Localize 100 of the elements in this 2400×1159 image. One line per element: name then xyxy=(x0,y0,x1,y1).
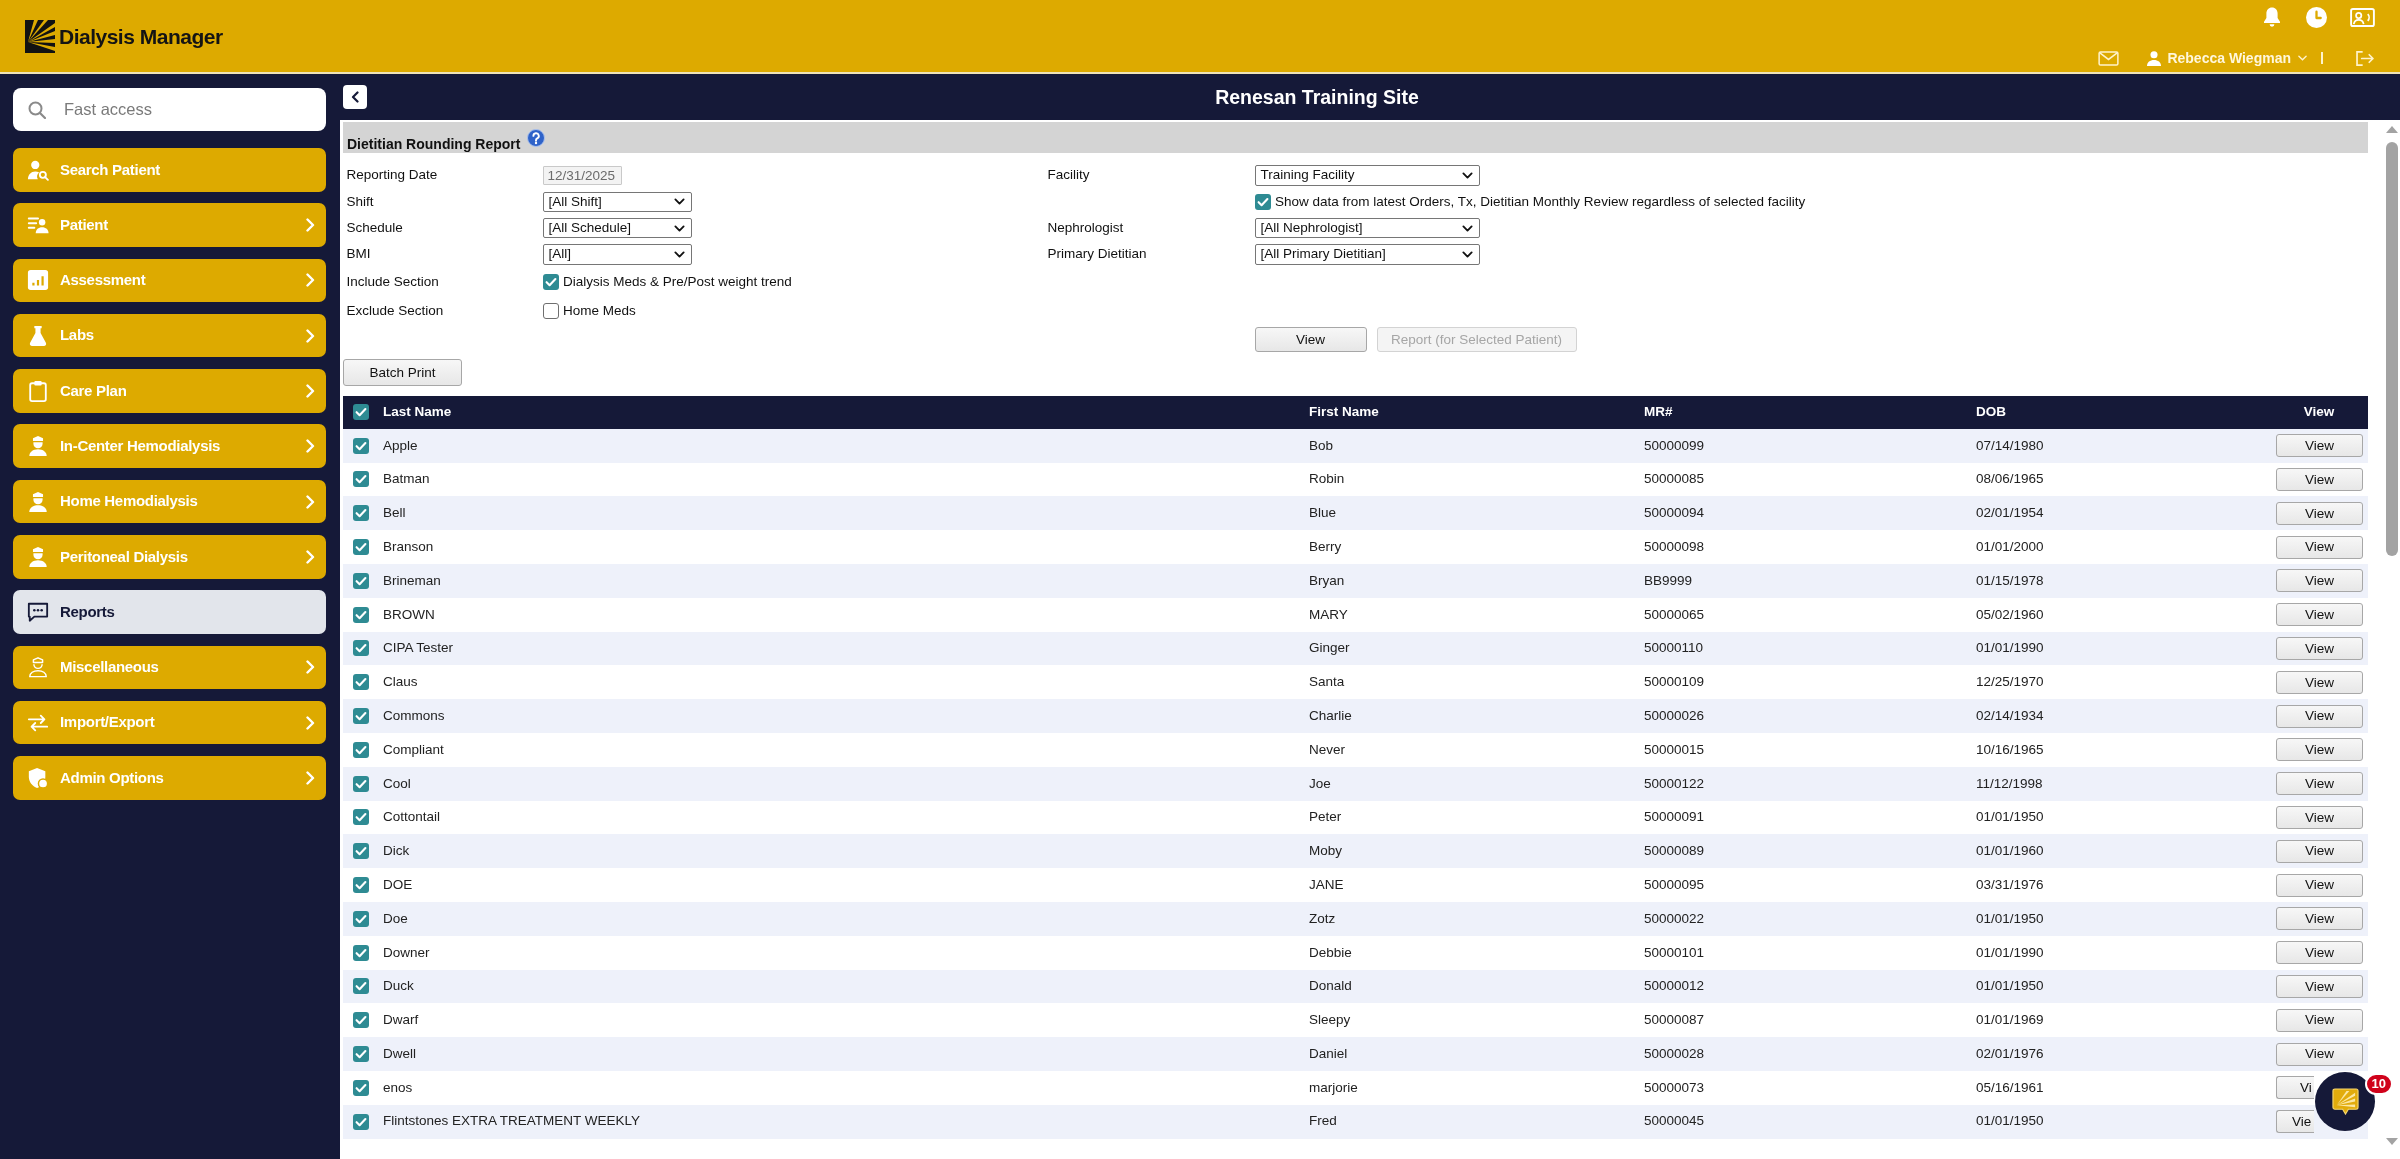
table-cell: 50000122 xyxy=(1644,775,1705,791)
checkbox[interactable] xyxy=(353,505,369,522)
clock-icon[interactable] xyxy=(2306,6,2327,28)
user-search-icon xyxy=(27,158,49,181)
column-header[interactable]: First Name xyxy=(1309,404,1379,421)
table-cell: 12/25/1970 xyxy=(1976,674,2044,690)
view-button[interactable]: View xyxy=(2276,941,2363,965)
nurse-icon xyxy=(27,435,49,458)
checkbox[interactable] xyxy=(353,1079,369,1096)
table-cell: 11/12/1998 xyxy=(1976,775,2043,791)
clipboard-icon xyxy=(27,379,49,402)
bell-icon[interactable] xyxy=(2263,7,2281,27)
checkbox[interactable] xyxy=(353,741,369,758)
table-cell: 50000028 xyxy=(1644,1045,1705,1061)
table-cell: Commons xyxy=(383,707,445,723)
view-button[interactable]: Vie xyxy=(2276,1110,2314,1134)
help-icon[interactable] xyxy=(527,129,546,147)
nav-item[interactable]: Reports xyxy=(13,590,326,634)
batch-print-button[interactable]: Batch Print xyxy=(343,358,462,386)
checkbox[interactable] xyxy=(353,674,369,691)
table-cell: 05/16/1961 xyxy=(1976,1079,2044,1095)
contact-card-icon[interactable] xyxy=(2350,7,2375,27)
view-button[interactable]: View xyxy=(1254,326,1367,352)
view-button[interactable]: View xyxy=(2276,636,2363,660)
view-button[interactable]: View xyxy=(2276,501,2363,525)
checkbox[interactable] xyxy=(353,572,369,589)
scroll-down-arrow-icon[interactable] xyxy=(2385,1138,2398,1145)
view-button[interactable]: View xyxy=(2276,704,2363,728)
table-cell: 50000099 xyxy=(1644,437,1705,453)
table-cell: 50000109 xyxy=(1644,674,1705,690)
view-button[interactable]: View xyxy=(2276,907,2363,931)
speech-bubble-icon xyxy=(2331,1088,2359,1115)
view-button[interactable]: View xyxy=(2276,569,2363,593)
nurse-icon xyxy=(27,545,49,568)
table-cell: 50000073 xyxy=(1644,1079,1705,1095)
table-cell: DOE xyxy=(383,876,413,892)
table-cell: 02/01/1976 xyxy=(1976,1045,2044,1061)
select-dropdown[interactable]: [All] xyxy=(542,244,692,265)
scrollbar-thumb[interactable] xyxy=(2385,142,2398,556)
chat-dots-icon xyxy=(27,601,49,624)
checkbox-label: Home Meds xyxy=(563,303,636,319)
view-button[interactable]: View xyxy=(2276,738,2363,762)
checkbox[interactable] xyxy=(353,1012,369,1029)
checkbox[interactable] xyxy=(353,404,369,421)
view-button[interactable]: View xyxy=(2276,839,2363,863)
table-cell: Charlie xyxy=(1309,707,1352,723)
checkbox[interactable] xyxy=(353,640,369,657)
table-cell: Downer xyxy=(383,944,430,960)
column-header[interactable]: MR# xyxy=(1644,404,1673,421)
view-button[interactable]: Vi xyxy=(2276,1076,2314,1100)
checkbox-label: Dialysis Meds & Pre/Post weight trend xyxy=(563,274,792,290)
checkbox[interactable] xyxy=(353,775,369,792)
site-title: Renesan Training Site xyxy=(1215,85,1419,109)
table-cell: 50000094 xyxy=(1644,505,1705,521)
checkbox[interactable] xyxy=(542,274,559,290)
checkbox[interactable] xyxy=(353,1046,369,1062)
view-button[interactable]: View xyxy=(2276,805,2363,829)
view-button[interactable]: View xyxy=(2276,603,2363,627)
column-header[interactable]: DOB xyxy=(1976,404,2006,421)
checkbox[interactable] xyxy=(542,303,559,319)
table-cell: marjorie xyxy=(1309,1079,1358,1095)
view-button[interactable]: View xyxy=(2276,974,2363,998)
checkbox[interactable] xyxy=(353,606,369,623)
column-header[interactable]: Last Name xyxy=(383,404,452,421)
view-button[interactable]: View xyxy=(2276,1008,2363,1032)
checkbox[interactable] xyxy=(353,539,369,556)
checkbox[interactable] xyxy=(353,910,369,927)
table-cell: 50000095 xyxy=(1644,876,1705,892)
caret-icon xyxy=(674,224,685,232)
view-button[interactable]: View xyxy=(2276,873,2363,897)
checkbox[interactable] xyxy=(353,843,369,860)
checkbox[interactable] xyxy=(353,1113,369,1130)
scroll-up-arrow-icon[interactable] xyxy=(2385,126,2398,133)
view-button[interactable]: View xyxy=(2276,1042,2363,1066)
checkbox[interactable] xyxy=(353,437,369,454)
checkbox[interactable] xyxy=(353,944,369,961)
select-dropdown[interactable]: [All Primary Dietitian] xyxy=(1254,244,1481,265)
field-label: Primary Dietitian xyxy=(1047,246,1147,262)
view-button[interactable]: View xyxy=(2276,772,2363,796)
checkbox[interactable] xyxy=(353,809,369,826)
back-button[interactable] xyxy=(343,85,367,109)
checkbox[interactable] xyxy=(353,708,369,725)
select-dropdown[interactable]: Training Facility xyxy=(1254,165,1481,186)
select-dropdown[interactable]: [All Shift] xyxy=(542,191,692,212)
checkbox[interactable] xyxy=(353,978,369,995)
checkbox[interactable] xyxy=(353,471,369,488)
table-cell: 50000015 xyxy=(1644,741,1705,757)
table-cell: Blue xyxy=(1309,505,1337,521)
search-field[interactable]: Fast access xyxy=(13,88,326,131)
view-button[interactable]: View xyxy=(2276,467,2363,491)
view-button[interactable]: View xyxy=(2276,535,2363,559)
view-button[interactable]: View xyxy=(2276,434,2363,458)
table-cell: Fred xyxy=(1309,1113,1337,1129)
view-button[interactable]: View xyxy=(2276,670,2363,694)
table-cell: 01/15/1978 xyxy=(1976,572,2044,588)
select-dropdown[interactable]: [All Schedule] xyxy=(542,217,692,239)
checkbox[interactable] xyxy=(1254,193,1271,210)
select-dropdown[interactable]: [All Nephrologist] xyxy=(1254,217,1481,239)
column-header[interactable]: View xyxy=(2303,404,2335,421)
checkbox[interactable] xyxy=(353,877,369,894)
